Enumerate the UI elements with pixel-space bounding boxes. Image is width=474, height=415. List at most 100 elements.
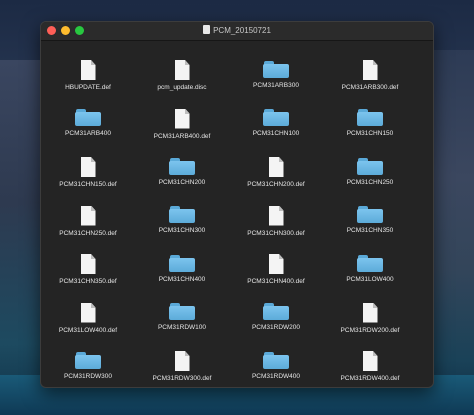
item-label: PCM31ARB400 [65,130,111,137]
file-item[interactable]: PCM31CHN300.def [233,187,319,237]
folder-icon [357,157,383,175]
icon-grid: HBUPDATE.def pcm_update.disc PCM31ARB300 PC… [41,41,433,387]
finder-window: PCM_20150721 HBUPDATE.def pcm_update.disc… [40,21,434,388]
folder-icon [263,109,289,126]
item-icon-wrapper [169,206,195,223]
item-icon-wrapper [268,254,284,274]
document-icon [268,254,284,274]
item-icon-wrapper [263,109,289,126]
folder-item[interactable]: PCM31CHN150 [327,90,413,139]
file-item[interactable]: PCM31LOW400.def [45,284,131,334]
item-icon-wrapper [169,303,195,320]
item-icon-wrapper [357,254,383,272]
folder-item[interactable]: PCM31RDW400 [233,332,319,381]
document-icon [80,302,96,323]
document-icon [362,302,378,323]
item-label: PCM31CHN150 [346,130,394,137]
folder-item[interactable]: PCM31CHN100 [233,90,319,139]
item-icon-wrapper [263,351,289,369]
folder-item[interactable]: PCM31CHN300 [139,187,225,236]
file-item[interactable]: PCM31RDW400.def [327,332,413,382]
item-label: PCM31CHN100 [252,130,300,137]
file-item[interactable]: PCM31CHN400.def [233,235,319,285]
folder-item[interactable]: PCM31CHN250 [327,138,413,187]
item-icon-wrapper [80,302,96,323]
file-item[interactable]: PCM31ARB400.def [139,90,225,140]
title-bar[interactable]: PCM_20150721 [41,22,433,41]
item-label: PCM31LOW400 [346,275,394,283]
file-item[interactable]: HBUPDATE.def [45,41,131,91]
item-icon-wrapper [80,254,96,274]
folder-item[interactable]: PCM31CHN400 [139,235,225,284]
file-item[interactable]: PCM31CHN350.def [45,235,131,285]
item-icon-wrapper [362,60,378,80]
folder-icon [263,303,289,320]
file-item[interactable]: pcm_update.disc [139,41,225,91]
file-item[interactable]: PCM31RDW200.def [327,284,413,334]
folder-icon [357,109,383,126]
window-title-area: PCM_20150721 [41,25,433,37]
folder-item[interactable]: PCM31CHN200 [139,138,225,187]
folder-icon [169,157,195,175]
item-label: PCM31CHN400 [158,275,206,283]
item-icon-wrapper [174,351,190,371]
item-icon-wrapper [169,254,195,272]
folder-proxy-icon[interactable] [203,25,211,34]
item-label: PCM31RDW400.def [340,375,400,382]
folder-body [357,160,383,175]
item-icon-wrapper [263,303,289,320]
folder-icon [169,254,195,272]
folder-item[interactable]: PCM31CHN350 [327,187,413,236]
folder-item[interactable]: PCM31RDW100 [139,284,225,333]
folder-body [169,209,195,223]
document-icon [80,157,96,177]
item-icon-wrapper [362,351,378,371]
item-icon-wrapper [263,60,289,78]
folder-body [263,63,289,78]
folder-body [263,112,289,126]
folder-item[interactable]: PCM31RDW200 [233,284,319,333]
desktop-rock-left [0,60,42,415]
folder-body [357,112,383,126]
folder-body [169,160,195,175]
item-icon-wrapper [174,60,190,80]
folder-item[interactable]: PCM31ARB300 [233,41,319,90]
item-icon-wrapper [80,157,96,177]
item-label: PCM31CHN200 [158,178,206,186]
folder-icon [75,109,101,126]
folder-icon [75,351,101,369]
window-title: PCM_20150721 [213,26,271,35]
folder-item[interactable]: PCM31ARB400 [45,90,131,139]
item-icon-wrapper [80,60,96,80]
file-item[interactable]: PCM31CHN250.def [45,187,131,237]
item-icon-wrapper [268,157,284,177]
item-label: PCM31ARB300 [253,81,299,89]
item-icon-wrapper [357,109,383,126]
document-icon [268,205,284,226]
document-icon [80,254,96,274]
document-icon [174,108,190,129]
file-item[interactable]: PCM31CHN200.def [233,138,319,188]
folder-icon [169,206,195,223]
item-label: PCM31CHN350 [346,227,394,234]
item-label: PCM31RDW400 [251,372,301,380]
item-label: PCM31RDW100 [157,324,207,331]
folder-item[interactable]: PCM31RDW300 [45,332,131,381]
document-icon [174,60,190,80]
item-icon-wrapper [357,157,383,175]
file-item[interactable]: PCM31RDW300.def [139,332,225,382]
item-icon-wrapper [362,302,378,323]
item-icon-wrapper [268,205,284,226]
file-item[interactable]: PCM31ARB300.def [327,41,413,91]
folder-icon [357,254,383,272]
folder-icon [263,60,289,78]
desktop-rock-right [432,50,474,415]
folder-icon [169,303,195,320]
file-item[interactable]: PCM31CHN150.def [45,138,131,188]
item-label: PCM31CHN300 [158,227,206,234]
folder-body [263,306,289,320]
folder-item[interactable]: PCM31LOW400 [327,235,413,284]
document-icon [362,60,378,80]
item-icon-wrapper [174,108,190,129]
folder-body [75,112,101,126]
